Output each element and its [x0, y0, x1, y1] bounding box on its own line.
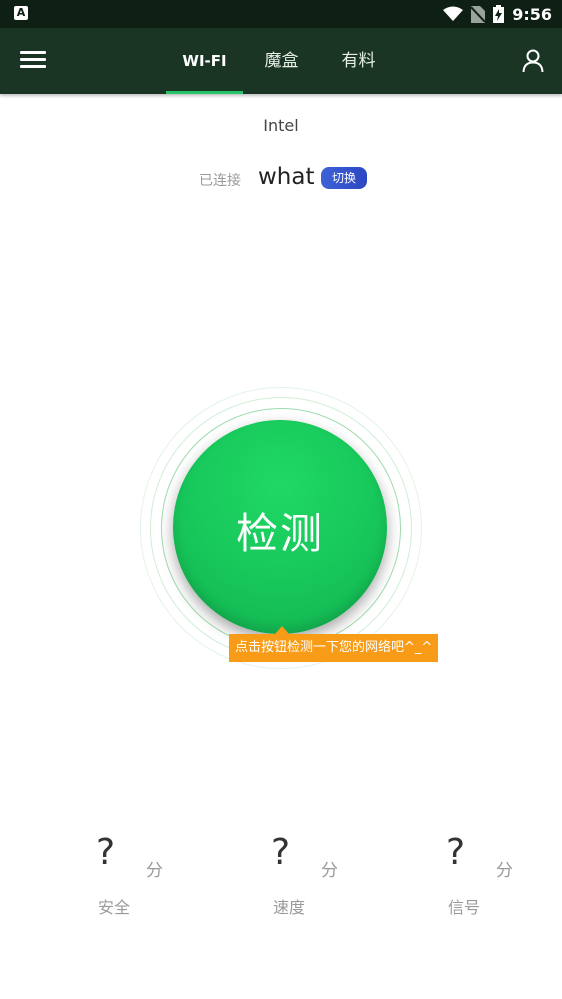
menu-icon[interactable]: [20, 48, 46, 74]
status-icons: 9:56: [443, 0, 552, 28]
detect-button[interactable]: 检测: [173, 420, 387, 634]
tooltip-arrow: [275, 626, 289, 634]
detect-tooltip: 点击按钮检测一下您的网络吧^_^: [229, 634, 439, 662]
score-security: ? 分 安全: [60, 832, 180, 922]
connection-row: 已连接 what 切换: [0, 164, 562, 194]
switch-network-button[interactable]: 切换: [321, 167, 367, 189]
detect-button-label: 检测: [235, 509, 324, 558]
tab-wifi[interactable]: WI-FI: [166, 28, 243, 94]
status-time: 9:56: [512, 4, 552, 24]
score-label: 速度: [272, 898, 305, 917]
score-signal: ? 分 信号: [410, 832, 530, 922]
score-value: ?: [446, 832, 466, 873]
battery-charging-icon: [493, 5, 505, 23]
score-label: 安全: [97, 898, 130, 917]
status-bar: A 9:56: [0, 0, 562, 28]
score-label: 信号: [447, 898, 480, 917]
router-brand: Intel: [263, 116, 299, 135]
tab-bar: WI-FI 魔盒 有料: [166, 28, 397, 94]
connection-status: 已连接: [199, 173, 241, 189]
score-value: ?: [96, 832, 116, 873]
tab-youliao[interactable]: 有料: [320, 28, 397, 94]
score-unit: 分: [146, 861, 163, 881]
app-bar: WI-FI 魔盒 有料: [0, 28, 562, 94]
no-sim-icon: [471, 5, 486, 23]
user-icon[interactable]: [522, 49, 544, 73]
score-value: ?: [271, 832, 291, 873]
score-unit: 分: [321, 861, 338, 881]
tab-mohe[interactable]: 魔盒: [243, 28, 320, 94]
score-speed: ? 分 速度: [235, 832, 355, 922]
score-unit: 分: [496, 861, 513, 881]
app-notification-icon: A: [14, 6, 28, 20]
wifi-icon: [443, 6, 464, 22]
wifi-ssid: what: [258, 164, 315, 190]
